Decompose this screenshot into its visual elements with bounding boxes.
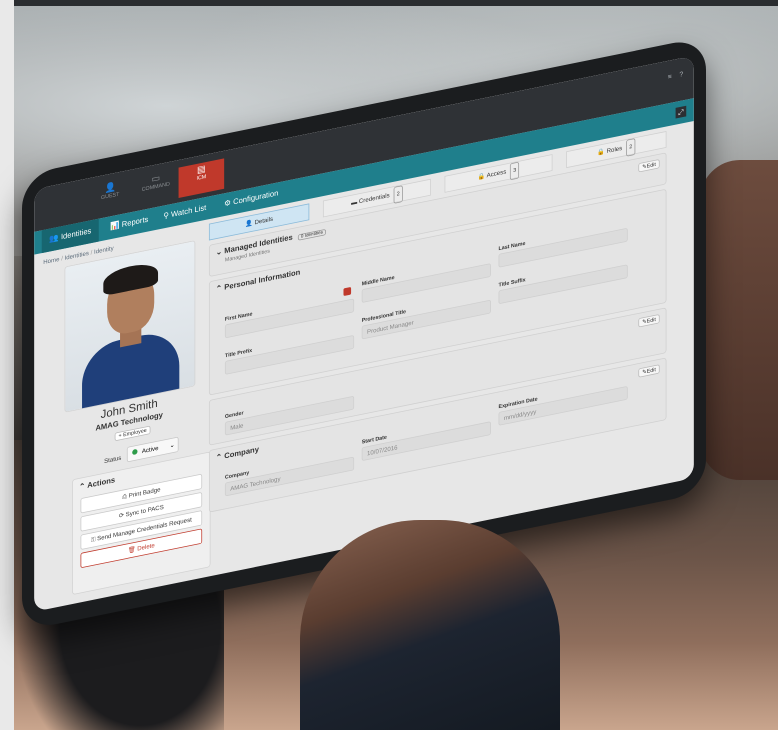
sync-icon: ⟳ — [118, 511, 124, 520]
key-icon: ⚿ — [90, 535, 96, 544]
chevron-up-icon: ⌃ — [215, 284, 223, 294]
breadcrumb-home[interactable]: Home — [43, 256, 59, 266]
right-hand — [700, 160, 778, 480]
credentials-icon: ▬ — [351, 198, 358, 207]
chevron-down-icon: ⌄ — [169, 441, 175, 450]
lock-icon: 🔒 — [597, 148, 605, 157]
page-margin — [0, 0, 14, 730]
chevron-down-icon: ⌄ — [215, 247, 223, 258]
lock-icon: 🔒 — [477, 172, 486, 181]
gear-icon: ⚙ — [224, 198, 231, 209]
chart-icon: 📊 — [110, 221, 120, 232]
users-icon: 👥 — [49, 233, 59, 244]
menu-icon[interactable]: ≡ — [668, 72, 672, 80]
user-icon: 👤 — [245, 219, 253, 228]
required-flag-icon — [343, 286, 352, 297]
status-label: Status — [104, 454, 122, 465]
left-hand — [300, 520, 560, 730]
chevron-up-icon: ⌃ — [215, 452, 223, 463]
edit-button[interactable]: ✎Edit — [638, 364, 660, 378]
trash-icon: 🗑 — [127, 545, 136, 555]
company-title[interactable]: ⌃ Company — [216, 445, 259, 462]
printer-icon: ⎙ — [122, 492, 128, 501]
app-switch-guest[interactable]: 👤 GUEST — [87, 177, 133, 217]
identities-count-badge: 0 Identities — [297, 228, 326, 241]
status-dot-icon — [132, 448, 138, 456]
app-tools: ≡ ? — [668, 70, 683, 81]
actions-panel: ⌃ Actions ⎙ Print Badge ⟳ Sync to PACS ⚿… — [72, 451, 211, 595]
chevron-up-icon: ⌃ — [79, 482, 86, 492]
help-icon[interactable]: ? — [679, 70, 683, 78]
expand-icon[interactable]: ⤢ — [675, 105, 687, 119]
app-switch-command[interactable]: ▭ COMMAND — [133, 168, 179, 208]
actions-title[interactable]: ⌃ Actions — [79, 476, 115, 492]
profile-photo — [64, 240, 196, 413]
breadcrumb-current: Identity — [94, 244, 114, 256]
edit-button[interactable]: ✎Edit — [638, 314, 660, 328]
binoculars-icon: ⚲ — [163, 211, 169, 221]
breadcrumb-identities[interactable]: Identities — [65, 250, 89, 262]
edit-button[interactable]: ✎Edit — [638, 159, 660, 173]
app-switch-icm[interactable]: ▤ ICM — [178, 158, 225, 198]
